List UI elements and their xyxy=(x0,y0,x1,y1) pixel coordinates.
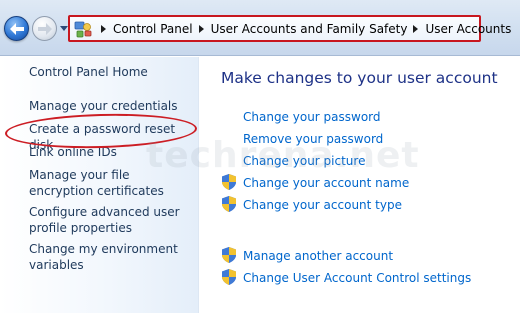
change-password-link[interactable]: Change your password xyxy=(243,109,381,125)
control-panel-icon xyxy=(74,20,92,38)
change-account-name-link[interactable]: Change your account name xyxy=(243,175,409,191)
breadcrumb-separator-icon[interactable] xyxy=(198,24,204,33)
main-content: Make changes to your user account Change… xyxy=(200,57,520,313)
sidebar-item-control-panel-home[interactable]: Control Panel Home xyxy=(29,64,194,80)
sidebar-item-environment-variables[interactable]: Change my environment variables xyxy=(29,241,194,273)
breadcrumb-control-panel[interactable]: Control Panel xyxy=(113,22,193,36)
page-title: Make changes to your user account xyxy=(221,69,498,87)
chevron-down-icon xyxy=(59,26,68,31)
change-uac-settings-link[interactable]: Change User Account Control settings xyxy=(243,270,471,286)
recent-pages-dropdown[interactable] xyxy=(59,24,68,33)
change-account-type-link[interactable]: Change your account type xyxy=(243,197,402,213)
sidebar-item-manage-credentials[interactable]: Manage your credentials xyxy=(29,98,194,114)
breadcrumb-separator-icon[interactable] xyxy=(101,24,106,33)
forward-arrow-icon xyxy=(37,22,52,35)
back-button[interactable] xyxy=(4,16,29,41)
uac-shield-icon xyxy=(222,247,236,263)
uac-shield-icon xyxy=(222,174,236,190)
uac-shield-icon xyxy=(222,196,236,212)
manage-another-account-link[interactable]: Manage another account xyxy=(243,248,393,264)
address-bar[interactable]: Control Panel User Accounts and Family S… xyxy=(68,15,511,42)
sidebar-item-advanced-user-profile[interactable]: Configure advanced user profile properti… xyxy=(29,204,194,236)
breadcrumb-separator-icon[interactable] xyxy=(413,24,419,33)
watermark: techrena.net xyxy=(146,135,420,176)
forward-button[interactable] xyxy=(32,16,57,41)
uac-shield-icon xyxy=(222,269,236,285)
back-arrow-icon xyxy=(9,22,24,35)
breadcrumb-user-accounts-family-safety[interactable]: User Accounts and Family Safety xyxy=(211,22,408,36)
tasks-sidebar: Control Panel Home Manage your credentia… xyxy=(0,57,199,313)
breadcrumb-user-accounts[interactable]: User Accounts xyxy=(425,22,511,36)
navigation-bar: Control Panel User Accounts and Family S… xyxy=(0,0,520,56)
